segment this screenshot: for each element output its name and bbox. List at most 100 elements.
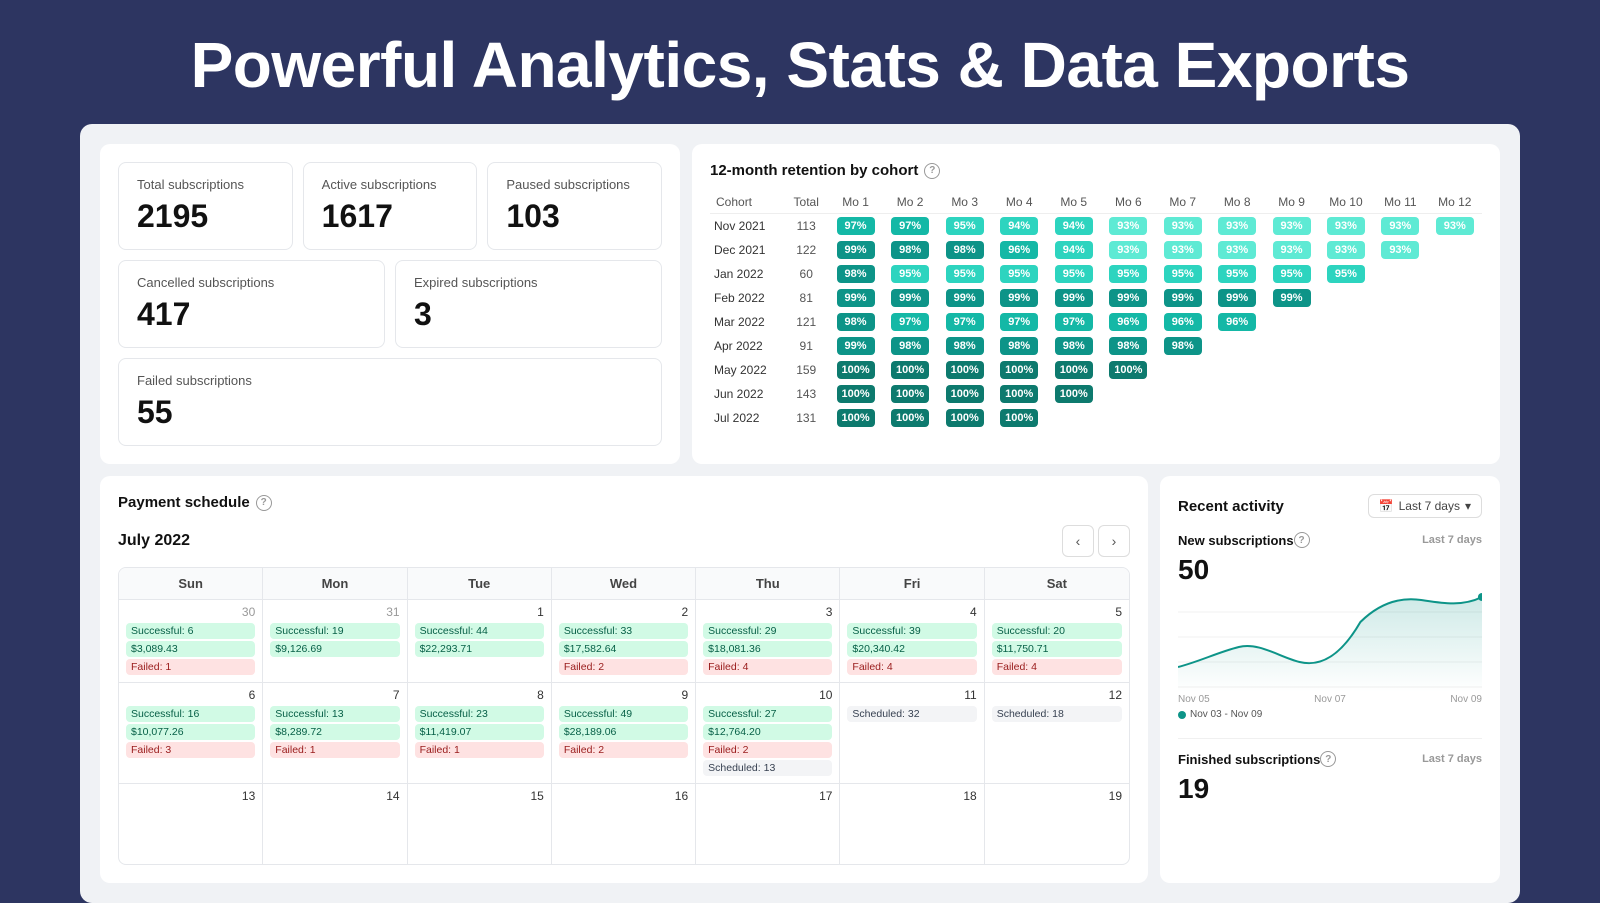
calendar-cell: 30Successful: 6$3,089.43Failed: 1 — [119, 600, 263, 682]
cohort-cell: Mar 2022 — [710, 310, 784, 334]
calendar-cell: 8Successful: 23$11,419.07Failed: 1 — [408, 683, 552, 783]
pct-cell — [1373, 334, 1427, 358]
pct-cell: 99% — [1264, 286, 1318, 310]
day-wed: Wed — [552, 568, 696, 599]
cohort-cell: May 2022 — [710, 358, 784, 382]
calendar-event: Successful: 33 — [559, 623, 688, 639]
total-col-header: Total — [784, 191, 828, 214]
pct-cell: 93% — [1210, 238, 1264, 262]
pct-cell: 95% — [937, 214, 992, 239]
total-cell: 143 — [784, 382, 828, 406]
pct-cell: 95% — [1264, 262, 1318, 286]
calendar-event: $22,293.71 — [415, 641, 544, 657]
pct-cell: 100% — [1101, 358, 1156, 382]
calendar-icon: 📅 — [1379, 499, 1394, 513]
calendar-event: Successful: 39 — [847, 623, 976, 639]
calendar-event: Successful: 27 — [703, 706, 832, 722]
new-subs-value: 50 — [1178, 554, 1482, 586]
cohort-help-icon[interactable]: ? — [924, 163, 940, 179]
calendar-date: 14 — [270, 789, 399, 803]
new-subs-help-icon[interactable]: ? — [1294, 532, 1310, 548]
legend-dot — [1178, 711, 1186, 719]
calendar-date: 3 — [703, 605, 832, 619]
pct-cell — [1210, 406, 1264, 430]
calendar-cell: 17 — [696, 784, 840, 864]
activity-title: Recent activity — [1178, 498, 1284, 515]
cohort-cell: Jan 2022 — [710, 262, 784, 286]
calendar-event: Failed: 1 — [415, 742, 544, 758]
calendar-date: 2 — [559, 605, 688, 619]
calendar-event: Successful: 6 — [126, 623, 255, 639]
day-sun: Sun — [119, 568, 263, 599]
pct-cell: 93% — [1319, 238, 1373, 262]
pct-cell — [1046, 406, 1101, 430]
pct-cell: 94% — [1046, 214, 1101, 239]
pct-cell — [1319, 382, 1373, 406]
pct-cell: 95% — [883, 262, 938, 286]
mo9-col-header: Mo 9 — [1264, 191, 1318, 214]
mo1-col-header: Mo 1 — [828, 191, 883, 214]
calendar-cell: 16 — [552, 784, 696, 864]
pct-cell — [1373, 286, 1427, 310]
pct-cell — [1428, 358, 1482, 382]
day-tue: Tue — [408, 568, 552, 599]
pct-cell — [1319, 406, 1373, 430]
calendar-grid: Sun Mon Tue Wed Thu Fri Sat 30 Successful… — [118, 567, 1130, 865]
pct-cell: 93% — [1156, 214, 1210, 239]
calendar-cell: 2Successful: 33$17,582.64Failed: 2 — [552, 600, 696, 682]
stats-panel: Total subscriptions 2195 Active subscrip… — [100, 144, 680, 464]
pct-cell: 99% — [828, 334, 883, 358]
date-filter-button[interactable]: 📅 Last 7 days ▾ — [1368, 494, 1482, 518]
total-label: Total subscriptions — [137, 177, 274, 192]
failed-label: Failed subscriptions — [137, 373, 643, 388]
total-cell: 60 — [784, 262, 828, 286]
stats-row-1: Total subscriptions 2195 Active subscrip… — [118, 162, 662, 250]
schedule-help-icon[interactable]: ? — [256, 495, 272, 511]
mo10-col-header: Mo 10 — [1319, 191, 1373, 214]
activity-panel: Recent activity 📅 Last 7 days ▾ New subs… — [1160, 476, 1500, 883]
cohort-title: 12-month retention by cohort ? — [710, 162, 1482, 179]
pct-cell: 98% — [828, 310, 883, 334]
pct-cell — [1319, 358, 1373, 382]
finished-subs-help-icon[interactable]: ? — [1320, 751, 1336, 767]
calendar-date: 6 — [126, 688, 255, 702]
pct-cell: 93% — [1264, 238, 1318, 262]
mo3-col-header: Mo 3 — [937, 191, 992, 214]
pct-cell: 100% — [1046, 358, 1101, 382]
pct-cell: 93% — [1373, 238, 1427, 262]
divider — [1178, 738, 1482, 739]
active-subscriptions-card: Active subscriptions 1617 — [303, 162, 478, 250]
pct-cell: 97% — [1046, 310, 1101, 334]
cohort-row: May 2022159100%100%100%100%100%100% — [710, 358, 1482, 382]
expired-subscriptions-card: Expired subscriptions 3 — [395, 260, 662, 348]
cohort-row: Apr 20229199%98%98%98%98%98%98% — [710, 334, 1482, 358]
pct-cell: 96% — [1156, 310, 1210, 334]
pct-cell: 98% — [937, 334, 992, 358]
pct-cell — [1428, 310, 1482, 334]
pct-cell — [1210, 358, 1264, 382]
pct-cell — [1428, 238, 1482, 262]
pct-cell — [1264, 334, 1318, 358]
calendar-date: 9 — [559, 688, 688, 702]
pct-cell: 95% — [937, 262, 992, 286]
pct-cell: 95% — [1046, 262, 1101, 286]
calendar-event: Successful: 49 — [559, 706, 688, 722]
calendar-event: $18,081.36 — [703, 641, 832, 657]
pct-cell: 100% — [937, 358, 992, 382]
pct-cell — [1428, 382, 1482, 406]
day-mon: Mon — [263, 568, 407, 599]
pct-cell: 98% — [937, 238, 992, 262]
cancelled-value: 417 — [137, 296, 366, 333]
pct-cell: 99% — [828, 238, 883, 262]
prev-month-button[interactable]: ‹ — [1062, 525, 1094, 557]
pct-cell: 98% — [883, 334, 938, 358]
calendar-event: Successful: 19 — [270, 623, 399, 639]
pct-cell: 98% — [828, 262, 883, 286]
paused-label: Paused subscriptions — [506, 177, 643, 192]
next-month-button[interactable]: › — [1098, 525, 1130, 557]
calendar-date: 30 — [126, 605, 255, 619]
pct-cell — [1264, 406, 1318, 430]
stats-row-2: Cancelled subscriptions 417 Expired subs… — [118, 260, 662, 348]
calendar-cell: 3Successful: 29$18,081.36Failed: 4 — [696, 600, 840, 682]
calendar-head-row: Sun Mon Tue Wed Thu Fri Sat — [119, 568, 1129, 600]
